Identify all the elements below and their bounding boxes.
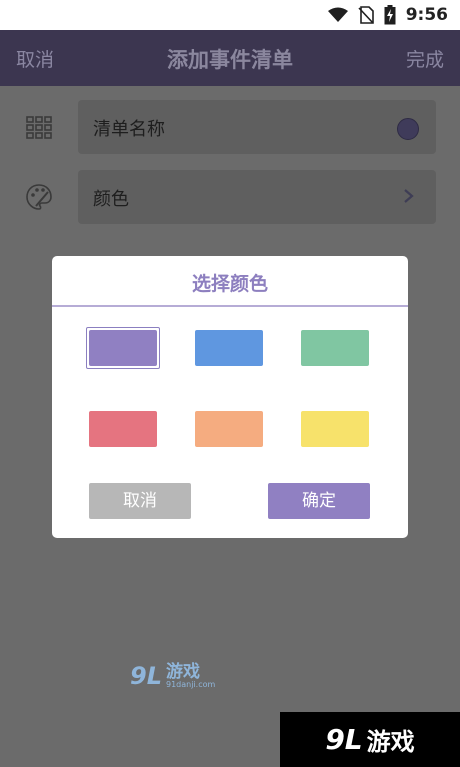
watermark-logo-mark: 9L xyxy=(130,662,162,690)
color-swatch-blue[interactable] xyxy=(195,330,263,366)
color-swatch-yellow[interactable] xyxy=(301,411,369,447)
corner-watermark: 9L 游戏 xyxy=(280,712,460,767)
grid-icon xyxy=(26,116,52,139)
watermark-logo: 9L 游戏 91danji.com xyxy=(130,656,215,696)
list-name-field[interactable]: 清单名称 xyxy=(78,100,436,154)
color-label: 颜色 xyxy=(93,189,129,210)
dialog-divider xyxy=(52,305,408,307)
status-time: 9:56 xyxy=(405,5,448,25)
page-title: 添加事件清单 xyxy=(167,48,293,72)
color-swatch-orange[interactable] xyxy=(195,411,263,447)
status-bar: 9:56 xyxy=(0,0,460,30)
status-icons: 9:56 xyxy=(327,4,448,26)
chevron-right-icon xyxy=(404,189,414,203)
palette-icon xyxy=(26,184,52,210)
done-button[interactable]: 完成 xyxy=(406,45,444,72)
no-sim-icon xyxy=(358,6,374,24)
selected-color-dot xyxy=(397,118,419,140)
color-swatch-red[interactable] xyxy=(89,411,157,447)
dialog-ok-button[interactable]: 确定 xyxy=(268,483,370,519)
watermark-domain: 91danji.com xyxy=(166,679,216,689)
battery-charging-icon xyxy=(384,5,396,25)
color-field[interactable]: 颜色 xyxy=(78,170,436,224)
list-name-label: 清单名称 xyxy=(93,119,165,140)
app-bar: 取消 添加事件清单 完成 xyxy=(0,30,460,86)
corner-watermark-text: 游戏 xyxy=(366,728,415,756)
watermark-text: 游戏 91danji.com xyxy=(166,661,216,689)
color-swatch-purple[interactable] xyxy=(89,330,157,366)
dialog-cancel-button[interactable]: 取消 xyxy=(89,483,191,519)
watermark-cn: 游戏 xyxy=(166,661,200,682)
wifi-icon xyxy=(327,7,348,22)
corner-watermark-mark: 9L xyxy=(325,723,363,756)
color-picker-dialog: 选择颜色 取消 确定 xyxy=(52,256,408,538)
dialog-title: 选择颜色 xyxy=(191,273,268,295)
color-swatch-green[interactable] xyxy=(301,330,369,366)
